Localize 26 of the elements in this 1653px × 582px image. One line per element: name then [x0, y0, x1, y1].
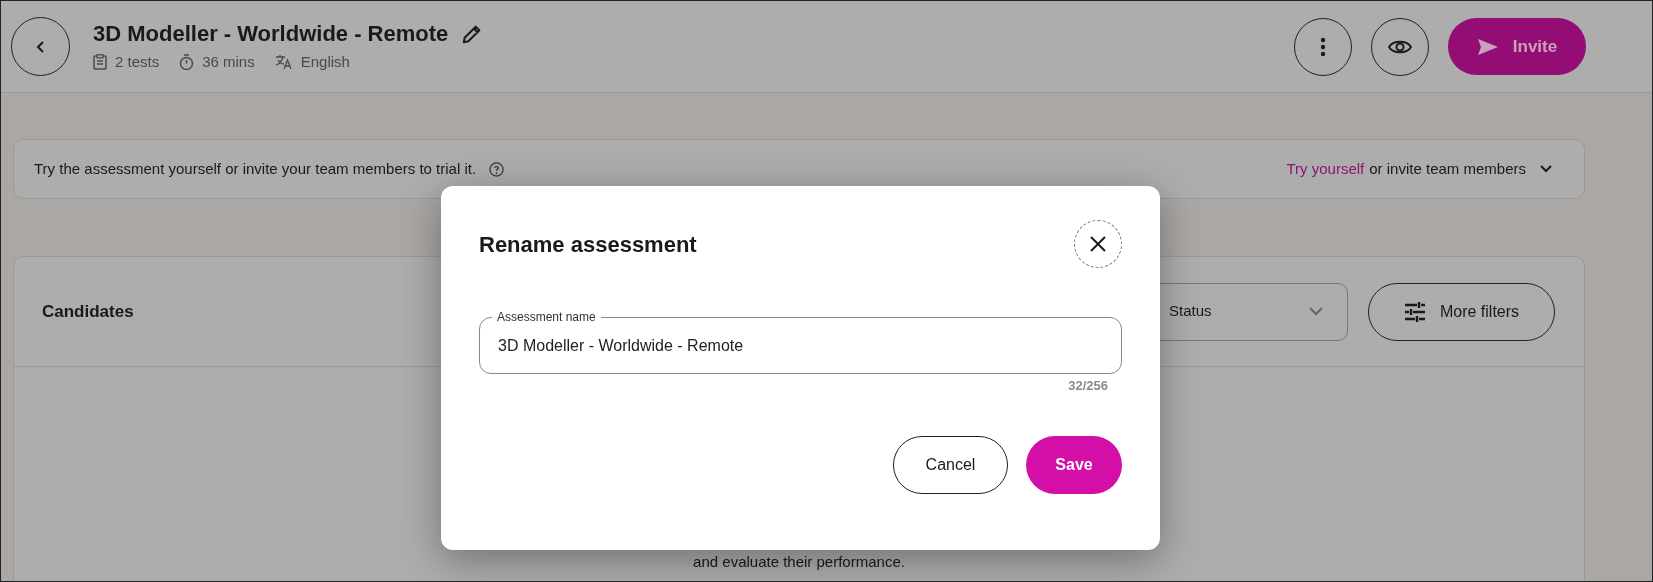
send-icon [1476, 37, 1499, 56]
invite-button[interactable]: Invite [1448, 18, 1586, 75]
chevron-down-icon[interactable] [1540, 165, 1552, 173]
character-counter: 32/256 [1068, 377, 1108, 395]
meta-text: 36 mins [202, 51, 255, 72]
dialog-title: Rename assessment [479, 230, 697, 259]
banner-text: Try the assessment yourself or invite your team members to trial it. [34, 158, 477, 179]
sliders-icon [1403, 300, 1426, 323]
translate-icon [274, 54, 293, 70]
meta-text: English [300, 51, 350, 72]
empty-state-text: and evaluate their performance. [693, 551, 905, 572]
eye-icon [1388, 38, 1412, 55]
save-button[interactable]: Save [1026, 435, 1122, 494]
timer-icon [179, 53, 195, 71]
chevron-down-icon [1309, 307, 1323, 316]
section-title: Candidates [42, 300, 134, 323]
invite-team-text: or invite team members [1369, 158, 1526, 179]
close-icon [1090, 236, 1106, 252]
meta-text: 2 tests [115, 51, 160, 72]
clipboard-icon [93, 54, 107, 70]
cancel-button[interactable]: Cancel [893, 435, 1008, 494]
back-icon [34, 39, 47, 54]
vertical-dots-icon [1320, 36, 1326, 57]
assessment-title: 3D Modeller - Worldwide - Remote [93, 19, 449, 48]
try-yourself-link[interactable]: Try yourself [1286, 157, 1365, 181]
help-icon [489, 161, 505, 177]
